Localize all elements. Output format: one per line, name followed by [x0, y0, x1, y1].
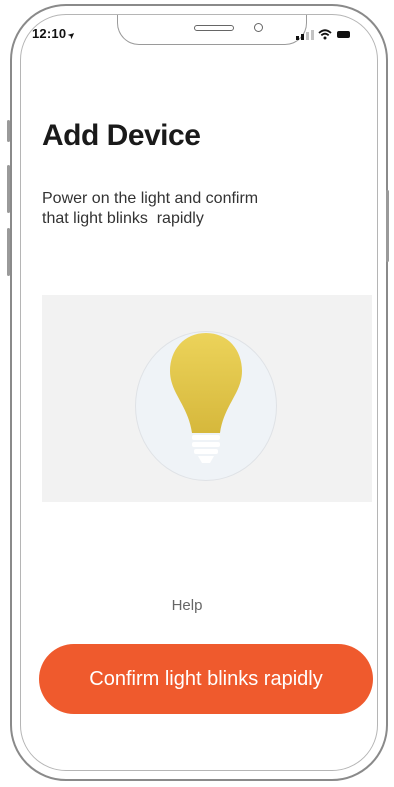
power-button [386, 190, 389, 262]
speaker-grille [194, 25, 234, 31]
phone-mockup: 12:10➤ Add Device Power on the light and… [0, 0, 394, 787]
status-time-text: 12:10 [32, 26, 67, 41]
confirm-light-blinks-button[interactable]: Confirm light blinks rapidly [39, 644, 373, 714]
volume-down-button [7, 228, 10, 276]
status-bar-time: 12:10➤ [32, 26, 78, 41]
front-camera-icon [254, 23, 263, 32]
battery-icon [337, 31, 350, 38]
instruction-line-2: that light blinks rapidly [42, 210, 204, 227]
help-link[interactable]: Help [150, 597, 224, 614]
device-illustration [42, 295, 372, 502]
phone-notch [117, 15, 307, 45]
confirm-button-label: Confirm light blinks rapidly [89, 667, 323, 690]
wifi-icon [318, 29, 332, 42]
instruction-line-1: Power on the light and confirm [42, 190, 259, 207]
page-title: Add Device [42, 119, 201, 152]
volume-up-button [7, 165, 10, 213]
status-bar-indicators [296, 26, 358, 42]
instruction-text: Power on the light and confirm that ligh… [42, 189, 332, 229]
light-bulb-icon [170, 333, 242, 463]
mute-switch [7, 120, 10, 142]
